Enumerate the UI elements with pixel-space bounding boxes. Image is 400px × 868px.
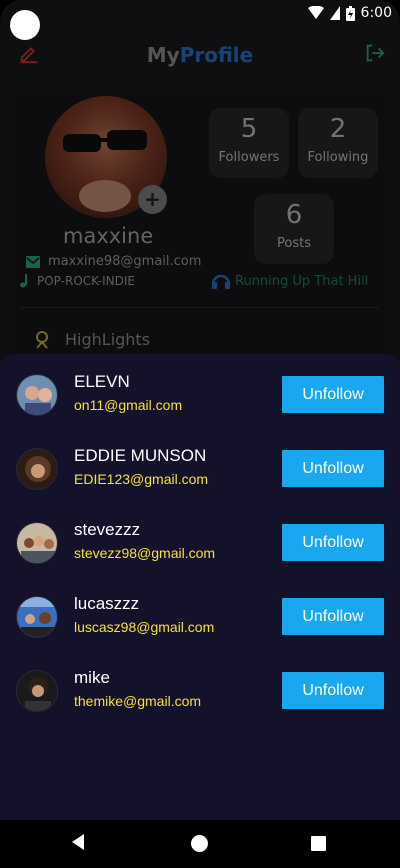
- posts-stat[interactable]: 6 Posts: [254, 194, 334, 264]
- user-name: mike: [74, 668, 110, 687]
- camera-dot: [10, 10, 40, 40]
- status-icons: 6:00: [307, 5, 392, 21]
- avatar[interactable]: [16, 522, 58, 564]
- profile-genres: POP-ROCK-INDIE: [37, 274, 135, 288]
- avatar[interactable]: [16, 374, 58, 416]
- followers-label: Followers: [218, 150, 280, 165]
- profile-genres-row: POP-ROCK-INDIE: [17, 274, 135, 288]
- home-icon[interactable]: [191, 835, 208, 852]
- system-nav-bar: [0, 820, 400, 868]
- user-name: EDDIE MUNSON: [74, 446, 207, 465]
- back-icon[interactable]: [72, 834, 84, 850]
- user-avatar-icon: [17, 449, 57, 489]
- highlights-label: HighLights: [65, 330, 151, 349]
- status-time: 6:00: [360, 5, 392, 21]
- add-photo-button[interactable]: +: [138, 185, 167, 214]
- avatar[interactable]: [16, 670, 58, 712]
- avatar[interactable]: [16, 596, 58, 638]
- user-avatar-icon: [17, 375, 57, 415]
- user-avatar-icon: [17, 671, 57, 711]
- unfollow-button[interactable]: Unfollow: [282, 450, 384, 487]
- user-email: luscasz98@gmail.com: [74, 619, 215, 635]
- user-name: ELEVN: [74, 372, 130, 391]
- trophy-icon: [36, 330, 48, 349]
- phone-frame: MyProfile + 5 Followers 2 Following 6 Po…: [0, 0, 400, 868]
- divider: [19, 307, 379, 308]
- user-avatar-icon: [17, 523, 57, 563]
- following-count: 2: [329, 114, 347, 144]
- list-item: EDDIE MUNSON EDIE123@gmail.com Unfollow: [0, 438, 400, 508]
- app-header: MyProfile: [0, 36, 400, 76]
- title-my: My: [146, 43, 180, 67]
- user-name: stevezzz: [74, 520, 141, 539]
- title-profile: Profile: [179, 43, 254, 67]
- highlights-row[interactable]: HighLights: [33, 330, 150, 349]
- wifi-icon: [307, 6, 324, 19]
- list-item: stevezzz stevezz98@gmail.com Unfollow: [0, 512, 400, 582]
- list-item: lucaszzz luscasz98@gmail.com Unfollow: [0, 586, 400, 656]
- unfollow-button[interactable]: Unfollow: [282, 598, 384, 635]
- user-email: stevezz98@gmail.com: [74, 545, 216, 561]
- user-email: themike@gmail.com: [74, 693, 202, 709]
- profile-card: + 5 Followers 2 Following 6 Posts maxxin…: [9, 90, 391, 390]
- logout-icon[interactable]: [364, 42, 386, 64]
- followers-stat[interactable]: 5 Followers: [209, 108, 289, 178]
- following-stat[interactable]: 2 Following: [298, 108, 378, 178]
- music-note-icon: [20, 274, 27, 288]
- signal-icon: [329, 6, 340, 20]
- profile-username: maxxine: [63, 224, 154, 248]
- unfollow-button[interactable]: Unfollow: [282, 524, 384, 561]
- unfollow-button[interactable]: Unfollow: [282, 672, 384, 709]
- unfollow-button[interactable]: Unfollow: [282, 376, 384, 413]
- headphones-icon: [211, 274, 231, 289]
- profile-song-row[interactable]: Running Up That Hill: [211, 272, 368, 290]
- mail-icon: [26, 255, 40, 268]
- following-label: Following: [307, 150, 369, 165]
- posts-label: Posts: [277, 236, 311, 251]
- battery-icon: [345, 5, 355, 21]
- following-sheet: ELEVN on11@gmail.com Unfollow EDDIE MUNS…: [0, 354, 400, 820]
- page-title: MyProfile: [0, 43, 400, 67]
- user-avatar-icon: [17, 597, 57, 637]
- profile-email-row: maxxine98@gmail.com: [26, 254, 201, 269]
- followers-count: 5: [240, 114, 258, 144]
- user-email: EDIE123@gmail.com: [74, 471, 209, 487]
- status-bar: 6:00: [0, 0, 400, 40]
- posts-count: 6: [285, 200, 303, 230]
- avatar[interactable]: [16, 448, 58, 490]
- list-item: ELEVN on11@gmail.com Unfollow: [0, 364, 400, 434]
- list-item: mike themike@gmail.com Unfollow: [0, 660, 400, 730]
- recent-apps-icon[interactable]: [311, 836, 326, 851]
- user-email: on11@gmail.com: [74, 397, 183, 413]
- profile-song: Running Up That Hill: [235, 273, 369, 289]
- profile-email: maxxine98@gmail.com: [48, 254, 202, 269]
- user-name: lucaszzz: [74, 594, 140, 613]
